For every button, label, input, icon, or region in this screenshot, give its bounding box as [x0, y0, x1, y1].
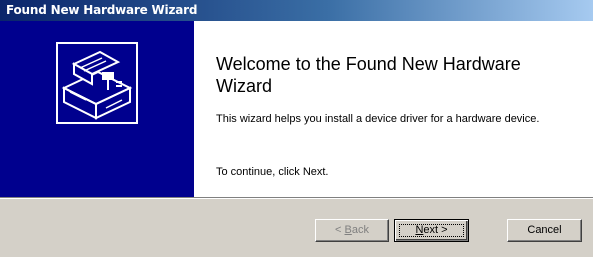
cancel-button-label: Cancel	[527, 224, 562, 236]
back-button-label: < Back	[335, 224, 369, 236]
wizard-instruction: To continue, click Next.	[216, 166, 329, 178]
next-button-label: Next >	[415, 224, 448, 236]
hardware-wizard-icon	[56, 42, 138, 124]
button-separator	[0, 197, 593, 199]
wizard-window: Found New Hardware Wizard Welcome to the…	[0, 0, 593, 257]
title-bar[interactable]: Found New Hardware Wizard	[0, 0, 593, 21]
wizard-sidebar	[0, 21, 194, 197]
next-button[interactable]: Next >	[394, 219, 469, 242]
back-button[interactable]: < Back	[315, 219, 389, 242]
window-title: Found New Hardware Wizard	[6, 3, 198, 17]
wizard-heading: Welcome to the Found New Hardware Wizard	[216, 54, 521, 96]
cancel-button[interactable]: Cancel	[507, 219, 582, 242]
wizard-content: Welcome to the Found New Hardware Wizard…	[0, 21, 593, 197]
wizard-description: This wizard helps you install a device d…	[216, 113, 540, 125]
